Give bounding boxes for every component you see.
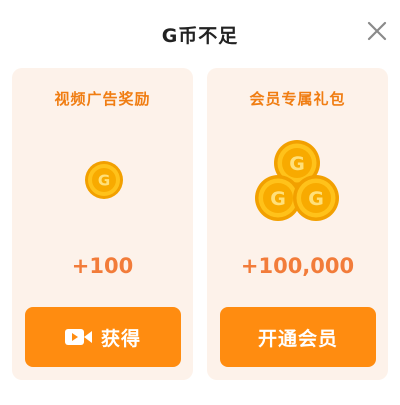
get-reward-button[interactable]: 获得	[25, 307, 181, 367]
svg-text:G: G	[289, 153, 305, 175]
dialog-title: G币不足	[161, 25, 239, 47]
svg-text:G: G	[270, 188, 286, 210]
close-icon[interactable]	[366, 20, 388, 42]
membership-gift-card: 会员专属礼包 G G G +100,000 开通会员	[207, 68, 388, 380]
open-membership-button[interactable]: 开通会员	[220, 307, 376, 367]
g-coin-stack-icon: G G G	[255, 140, 339, 221]
open-membership-label: 开通会员	[257, 327, 338, 350]
svg-text:G: G	[308, 188, 324, 210]
card-title: 视频广告奖励	[54, 90, 151, 108]
gift-amount: +100,000	[240, 254, 355, 278]
video-camera-icon	[64, 329, 92, 345]
insufficient-coins-dialog: G币不足 视频广告奖励 G +100 获得 会员专属礼包 G G G +100,…	[0, 0, 400, 405]
get-reward-label: 获得	[100, 327, 141, 350]
reward-amount: +100	[71, 254, 134, 278]
card-title: 会员专属礼包	[249, 90, 346, 108]
single-g-coin-icon: G	[85, 161, 123, 199]
video-ad-reward-card: 视频广告奖励 G +100 获得	[12, 68, 193, 380]
svg-text:G: G	[98, 172, 110, 190]
